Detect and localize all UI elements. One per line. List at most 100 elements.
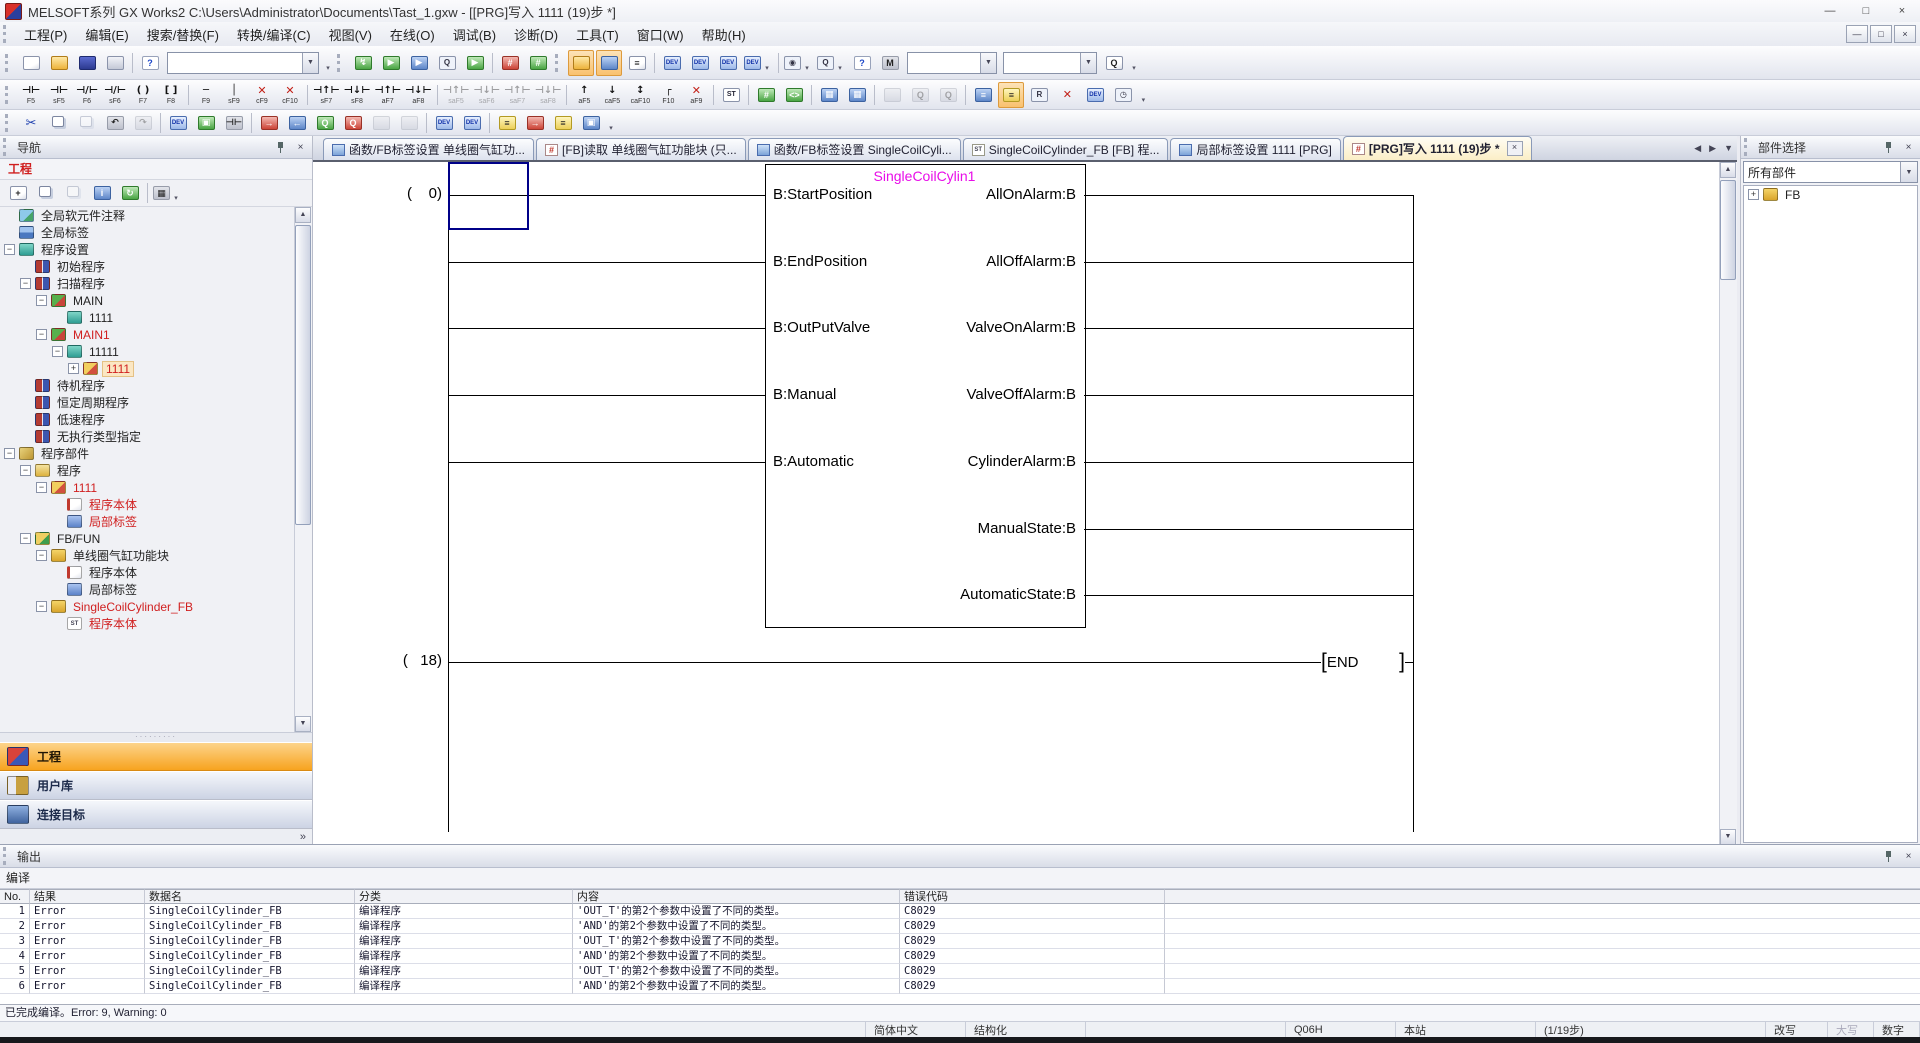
- delete-vertical-line-button[interactable]: ✕cF10: [277, 82, 303, 108]
- coil-button[interactable]: ( )F7: [130, 82, 156, 108]
- cut-button[interactable]: ✂: [18, 110, 44, 136]
- tree-item[interactable]: 无执行类型指定: [0, 428, 295, 445]
- print-button[interactable]: [102, 50, 128, 76]
- toolbar-overflow-icon[interactable]: ▾: [1128, 52, 1140, 74]
- invert-operation-button[interactable]: ↑aF5: [571, 82, 597, 108]
- toolbar-grip[interactable]: [5, 86, 13, 104]
- panel-splitter[interactable]: ·········: [0, 732, 312, 742]
- menu-item[interactable]: 搜索/替换(F): [138, 22, 228, 47]
- tree-item[interactable]: −MAIN: [0, 292, 295, 309]
- document-tab[interactable]: #[FB]读取 单线圈气缸功能块 (只...: [536, 138, 746, 160]
- tree-expander[interactable]: −: [52, 346, 63, 357]
- document-tab[interactable]: #[PRG]写入 1111 (19)步 *×: [1343, 136, 1532, 160]
- tree-item[interactable]: −程序部件: [0, 445, 295, 462]
- zoom-button[interactable]: Q▾: [816, 50, 847, 76]
- ladder-block-button[interactable]: #: [497, 50, 523, 76]
- view-button-proj[interactable]: 工程: [0, 742, 312, 771]
- find-delete-button[interactable]: ✕: [1054, 82, 1080, 108]
- error-row[interactable]: 3ErrorSingleCoilCylinder_FB编译程序'OUT_T'的第…: [0, 934, 1920, 949]
- document-tab[interactable]: 局部标签设置 1111 [PRG]: [1170, 138, 1340, 160]
- toolbar-grip[interactable]: [555, 54, 563, 72]
- nav-copy-button[interactable]: [33, 180, 59, 206]
- chevron-down-icon[interactable]: ▼: [1900, 162, 1917, 182]
- error-row[interactable]: 6ErrorSingleCoilCylinder_FB编译程序'AND'的第2个…: [0, 979, 1920, 994]
- toolbar-overflow-icon[interactable]: ▾: [1137, 84, 1149, 106]
- open-project-button[interactable]: [46, 50, 72, 76]
- monitor-window-button[interactable]: ▣: [578, 110, 604, 136]
- toolbar-grip[interactable]: [5, 54, 13, 72]
- tree-item[interactable]: 低速程序: [0, 411, 295, 428]
- tree-item[interactable]: −程序设置: [0, 241, 295, 258]
- tree-item[interactable]: 局部标签: [0, 581, 295, 598]
- document-tab[interactable]: 函数/FB标签设置 单线圈气缸功...: [323, 138, 534, 160]
- menu-item[interactable]: 帮助(H): [693, 22, 755, 47]
- tree-item[interactable]: +1111: [0, 360, 295, 377]
- device-on-button[interactable]: DEV: [431, 110, 457, 136]
- tree-item[interactable]: −扫描程序: [0, 275, 295, 292]
- tree-highlight-button[interactable]: ≡: [998, 82, 1024, 108]
- toolbar-overflow-icon[interactable]: ▾: [605, 112, 617, 134]
- parameter-check-button[interactable]: ↯: [350, 50, 376, 76]
- menu-item[interactable]: 诊断(D): [505, 22, 567, 47]
- screen-display-button[interactable]: ▣: [193, 110, 219, 136]
- nav-refresh-button[interactable]: ↻: [117, 180, 143, 206]
- program-check-button[interactable]: ▶: [378, 50, 404, 76]
- selector-grip[interactable]: [1744, 138, 1752, 156]
- device-find-button[interactable]: DEV: [1082, 82, 1108, 108]
- tree-expander[interactable]: −: [4, 244, 15, 255]
- scroll-up-icon[interactable]: ▲: [1720, 162, 1736, 178]
- tab-scroll-left-icon[interactable]: ◀: [1690, 143, 1705, 154]
- view-button-lib[interactable]: 用户库: [0, 771, 312, 800]
- document-tab[interactable]: STSingleCoilCylinder_FB [FB] 程...: [963, 138, 1169, 160]
- note-button[interactable]: ≡: [550, 110, 576, 136]
- menu-item[interactable]: 工具(T): [567, 22, 628, 47]
- tree-item[interactable]: 1111: [0, 309, 295, 326]
- tab-list-icon[interactable]: ▼: [1720, 143, 1737, 153]
- nav-sort-button[interactable]: ▦▾: [152, 180, 183, 206]
- tree-item[interactable]: −程序: [0, 462, 295, 479]
- error-row[interactable]: 1ErrorSingleCoilCylinder_FB编译程序'OUT_T'的第…: [0, 904, 1920, 919]
- tree-expander[interactable]: −: [36, 601, 47, 612]
- ladder-editor[interactable]: SingleCoilCylin1B:StartPositionB:EndPosi…: [313, 160, 1737, 845]
- tree-item[interactable]: 全局标签: [0, 224, 295, 241]
- toolbar-grip[interactable]: [5, 114, 13, 132]
- build-button[interactable]: ▶: [406, 50, 432, 76]
- more-buttons-chevron[interactable]: »: [300, 831, 306, 843]
- device-display-button[interactable]: DEV▾: [743, 50, 774, 76]
- inline-st-button[interactable]: ST: [718, 82, 744, 108]
- fb-conversion-button[interactable]: ▦: [816, 82, 842, 108]
- tab-scroll-right-icon[interactable]: ▶: [1705, 143, 1720, 154]
- rebuild-all-button[interactable]: ▶: [462, 50, 488, 76]
- tree-item[interactable]: 程序本体: [0, 564, 295, 581]
- find-page-button[interactable]: Q: [1101, 50, 1127, 76]
- find-target-combo[interactable]: ▼: [1003, 52, 1097, 74]
- device-memory-button[interactable]: DEV: [687, 50, 713, 76]
- device-combo[interactable]: ▼: [907, 52, 997, 74]
- tree-item[interactable]: 全局软元件注释: [0, 207, 295, 224]
- closed-contact-button[interactable]: ⊣/⊢F6: [74, 82, 100, 108]
- delete-horizontal-line-button[interactable]: ✕cF9: [249, 82, 275, 108]
- mdi-restore-button[interactable]: □: [1870, 25, 1892, 43]
- pin-icon[interactable]: [1880, 849, 1897, 864]
- scroll-up-icon[interactable]: ▲: [295, 207, 311, 223]
- menu-item[interactable]: 调试(B): [444, 22, 505, 47]
- menu-item[interactable]: 编辑(E): [76, 22, 137, 47]
- statement-jump-button[interactable]: →: [522, 110, 548, 136]
- find-replace-button[interactable]: R: [1026, 82, 1052, 108]
- tab-close-icon[interactable]: ×: [1507, 141, 1523, 156]
- mdi-close-button[interactable]: ×: [1894, 25, 1916, 43]
- mdi-minimize-button[interactable]: —: [1846, 25, 1868, 43]
- close-button[interactable]: ×: [1884, 0, 1920, 22]
- tree-expander[interactable]: −: [36, 329, 47, 340]
- edit-ladder-button[interactable]: #: [753, 82, 779, 108]
- tree-item[interactable]: −MAIN1: [0, 326, 295, 343]
- vertical-line-button[interactable]: │sF9: [221, 82, 247, 108]
- scroll-down-icon[interactable]: ▼: [295, 716, 311, 732]
- fb-conversion-2-button[interactable]: ▦: [844, 82, 870, 108]
- device-display-x-button[interactable]: DEV: [165, 110, 191, 136]
- tree-item[interactable]: 待机程序: [0, 377, 295, 394]
- rising-pulse-branch-button[interactable]: ⊣↑⊢aF7: [373, 82, 402, 108]
- tree-item[interactable]: −11111: [0, 343, 295, 360]
- tree-item[interactable]: −SingleCoilCylinder_FB: [0, 598, 295, 615]
- falling-pulse-button[interactable]: ⊣↓⊢sF8: [343, 82, 372, 108]
